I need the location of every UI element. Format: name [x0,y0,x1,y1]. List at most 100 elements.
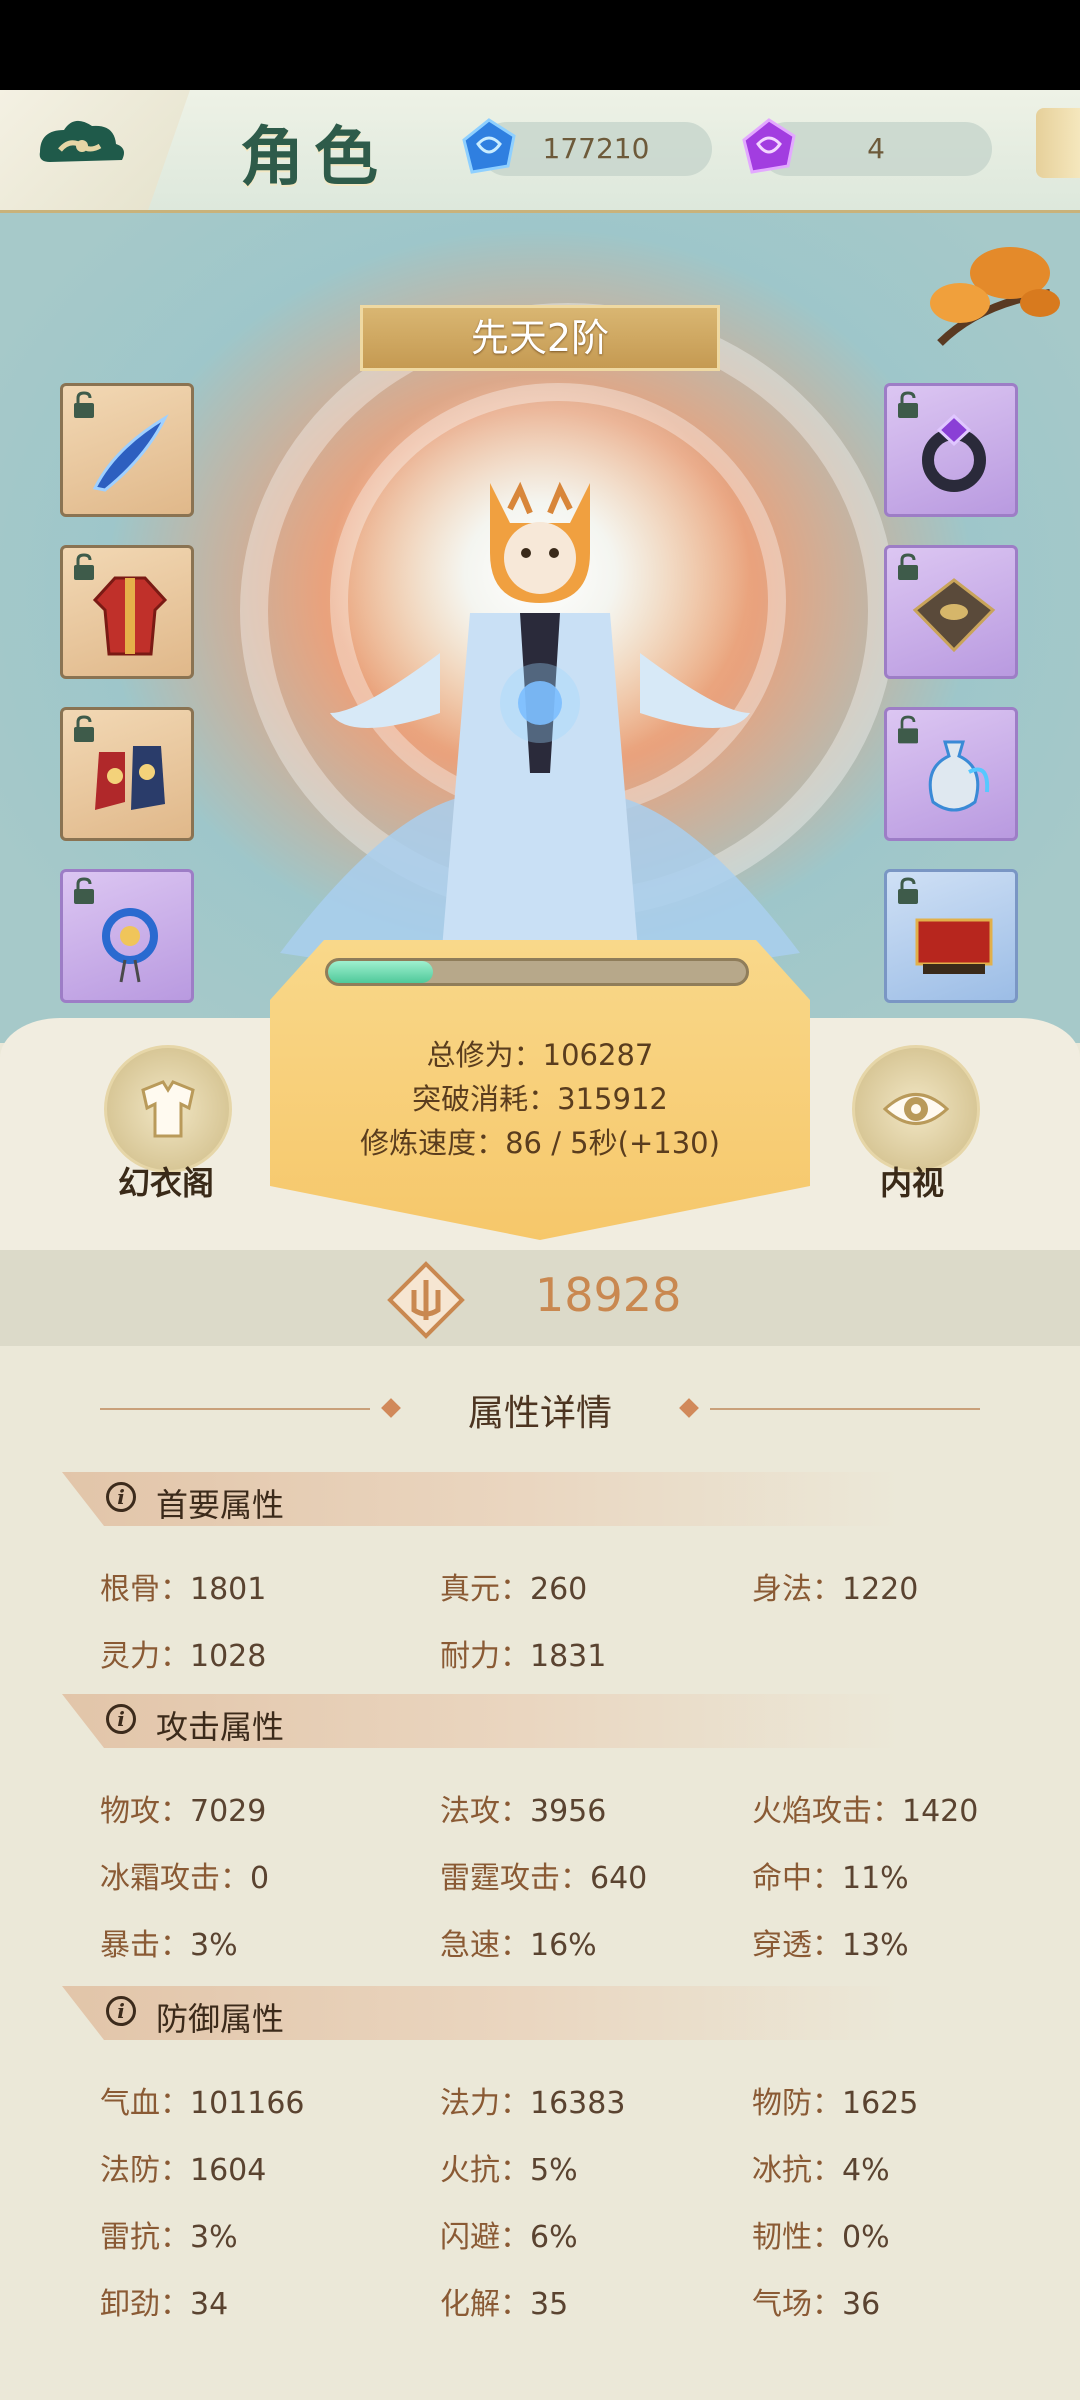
attribute-value: 1801 [190,1572,267,1607]
equip-slot-vase[interactable] [884,707,1018,841]
section-title: 属性详情 [467,1393,612,1434]
attribute-item: 物攻：7029 [100,1786,266,1830]
wardrobe-icon [141,1080,195,1138]
attribute-label: 真元： [440,1572,530,1607]
back-button[interactable] [0,90,190,210]
tree-decoration-icon [930,247,1060,346]
attribute-label: 暴击： [100,1928,190,1963]
attribute-details: 属性详情 i 首要属性 根骨：1801 真元：260 身法：1220 灵力：1028 耐… [0,1346,1080,2400]
attribute-item: 火焰攻击：1420 [752,1786,978,1830]
attribute-item: 急速：16% [440,1920,597,1964]
equip-slot-book[interactable] [884,869,1018,1003]
attribute-value: 5% [530,2153,578,2188]
attribute-label: 冰霜攻击： [100,1861,250,1896]
equip-slot-boots[interactable] [60,707,194,841]
attribute-value: 1420 [902,1794,979,1829]
attribute-label: 身法： [752,1572,842,1607]
attribute-item: 火抗：5% [440,2145,578,2189]
attribute-label: 气血： [100,2086,190,2121]
cloud-back-icon [39,120,124,162]
attribute-value: 260 [530,1572,588,1607]
attribute-label: 法力： [440,2086,530,2121]
attribute-value: 16383 [530,2086,626,2121]
attribute-item: 身法：1220 [752,1564,918,1608]
pendant-icon [102,908,158,983]
attribute-value: 11% [842,1861,909,1896]
talisman-icon [912,578,996,653]
attribute-value: 1604 [190,2153,267,2188]
inner-view-button[interactable] [852,1045,980,1173]
info-icon[interactable]: i [106,1704,136,1734]
divider-right [710,1408,980,1410]
attribute-value: 4% [842,2153,890,2188]
equip-slot-talisman[interactable] [884,545,1018,679]
attribute-value: 3% [190,1928,238,1963]
cultivation-progress-fill [328,961,433,983]
attribute-label: 闪避： [440,2220,530,2255]
attribute-value: 6% [530,2220,578,2255]
attribute-value: 1028 [190,1639,267,1674]
attribute-item: 雷抗：3% [100,2212,238,2256]
equip-slot-armor[interactable] [60,545,194,679]
combat-power-icon [387,1261,465,1339]
attribute-label: 命中： [752,1861,842,1896]
attribute-value: 0% [842,2220,890,2255]
attribute-label: 法防： [100,2153,190,2188]
attribute-item: 物防：1625 [752,2078,918,2122]
attribute-item: 灵力：1028 [100,1631,266,1675]
attribute-value: 101166 [190,2086,305,2121]
info-icon[interactable]: i [106,1996,136,2026]
attribute-item: 化解：35 [440,2279,568,2323]
attribute-label: 灵力： [100,1639,190,1674]
combat-power-row: 18928 [0,1250,1080,1346]
info-icon[interactable]: i [106,1482,136,1512]
equip-slot-accessory[interactable] [60,869,194,1003]
equip-slot-ring[interactable] [884,383,1018,517]
equip-slot-weapon[interactable] [60,383,194,517]
attribute-label: 物攻： [100,1794,190,1829]
realm-rank-banner: 先天2阶 [360,305,720,371]
attribute-item: 闪避：6% [440,2212,578,2256]
combat-power-value: 18928 [535,1268,682,1322]
status-bar [0,0,1080,90]
attribute-label: 韧性： [752,2220,842,2255]
attribute-value: 3% [190,2220,238,2255]
attribute-value: 1831 [530,1639,607,1674]
attribute-item: 气血：101166 [100,2078,305,2122]
attribute-label: 化解： [440,2287,530,2322]
breakthrough-cost-row: 突破消耗：315912 [412,1082,668,1116]
boots-icon [95,746,165,810]
attribute-label: 穿透： [752,1928,842,1963]
attribute-label: 雷霆攻击： [440,1861,590,1896]
attribute-label: 物防： [752,2086,842,2121]
attribute-item: 法防：1604 [100,2145,266,2189]
scroll-menu-icon[interactable] [1036,108,1080,178]
attribute-item: 暴击：3% [100,1920,238,1964]
inner-view-label[interactable]: 内视 [822,1158,1002,1204]
purple-gem-icon [742,118,796,174]
attribute-value: 34 [190,2287,229,2322]
attribute-value: 3956 [530,1794,607,1829]
wardrobe-label[interactable]: 幻衣阁 [76,1158,256,1204]
attribute-value: 1220 [842,1572,919,1607]
attribute-value: 36 [842,2287,881,2322]
attribute-item: 耐力：1831 [440,1631,606,1675]
attribute-item: 命中：11% [752,1853,909,1897]
currency-blue-value: 177210 [542,132,650,165]
primary-attributes-header: i 首要属性 [62,1472,902,1526]
currency-blue: 177210 [462,118,712,176]
book-icon [915,918,993,974]
blue-gem-icon [462,118,516,174]
ring-icon [922,413,986,492]
currency-purple: 4 [742,118,992,176]
total-cultivation-row: 总修为：106287 [426,1038,654,1072]
eye-icon [882,1093,950,1125]
attribute-value: 35 [530,2287,569,2322]
defense-attributes-header: i 防御属性 [62,1986,902,2040]
wardrobe-button[interactable] [104,1045,232,1173]
cultivation-speed-row: 修炼速度：86 / 5秒(+130) [360,1126,720,1160]
attribute-item: 卸劲：34 [100,2279,228,2323]
attack-attributes-header: i 攻击属性 [62,1694,902,1748]
attribute-item: 雷霆攻击：640 [440,1853,647,1897]
attribute-label: 火抗： [440,2153,530,2188]
